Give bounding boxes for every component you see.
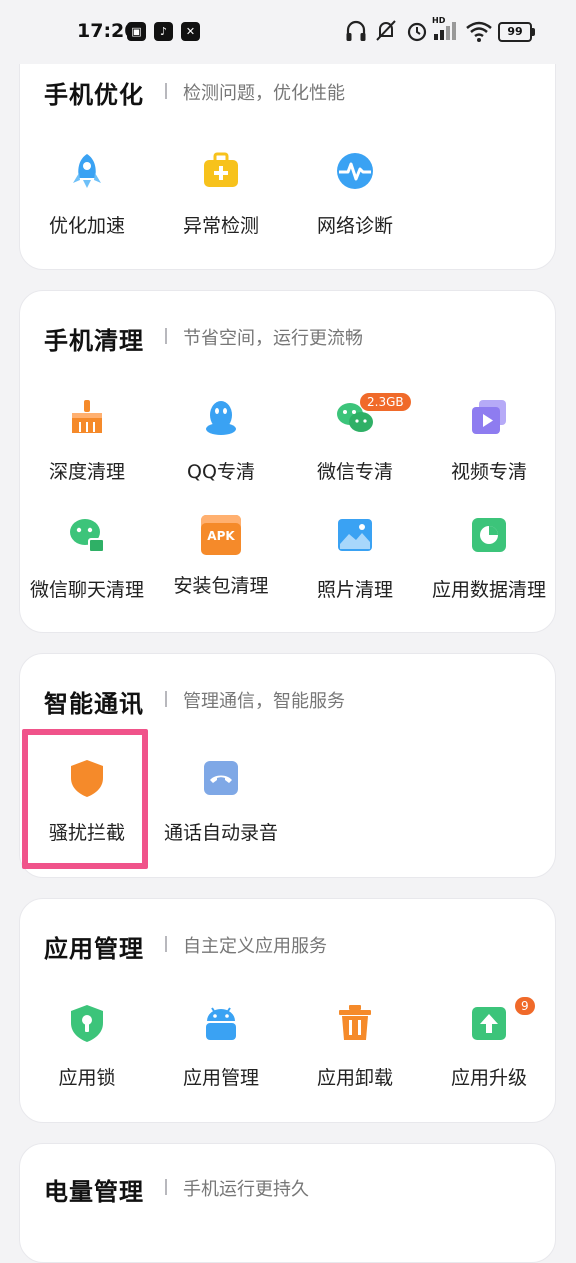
section-battery-manage: 电量管理 手机运行更持久 [19, 1143, 556, 1263]
qq-penguin-icon [206, 401, 236, 435]
title-divider [165, 83, 167, 99]
section-subtitle: 自主定义应用服务 [183, 936, 327, 957]
mute-vibrate-icon [376, 20, 396, 41]
item-label: 照片清理 [316, 579, 393, 601]
pie-chart-icon [472, 518, 506, 552]
battery-indicator: 99 [498, 22, 535, 42]
lock-shield-icon [71, 1005, 103, 1042]
item-wechat-chat-clean[interactable]: 微信聊天清理 [20, 515, 154, 602]
item-video-clean[interactable]: 视频专清 [422, 397, 556, 484]
item-label: 视频专清 [450, 461, 527, 483]
item-app-upgrade[interactable]: 9 应用升级 [422, 997, 556, 1090]
item-apk-clean[interactable]: APK 安装包清理 [154, 515, 288, 598]
title-divider [165, 328, 167, 344]
item-label: 应用升级 [450, 1067, 527, 1089]
section-subtitle: 节省空间，运行更流畅 [183, 328, 363, 349]
section-title: 手机优化 [44, 81, 144, 109]
item-label: 网络诊断 [316, 215, 393, 237]
item-label: 应用卸载 [316, 1067, 393, 1089]
section-title: 智能通讯 [44, 690, 144, 718]
call-record-icon [204, 761, 238, 795]
signal-icon [434, 22, 456, 40]
item-qq-clean[interactable]: QQ专清 [154, 397, 288, 484]
section-title: 应用管理 [44, 935, 144, 963]
apk-icon: APK [201, 515, 241, 555]
item-network-diagnose[interactable]: 网络诊断 [288, 151, 422, 238]
apk-icon-text: APK [207, 529, 235, 543]
title-divider [165, 936, 167, 952]
item-label: 应用锁 [58, 1067, 116, 1089]
network-pulse-icon [337, 153, 373, 189]
headphones-icon [346, 20, 366, 41]
item-label: 应用数据清理 [431, 579, 546, 601]
gallery-notification-icon: ▣ [127, 22, 146, 41]
item-app-uninstall[interactable]: 应用卸载 [288, 1003, 422, 1090]
section-phone-optimize: 手机优化 检测问题，优化性能 优化加速 异常检测 网络诊断 [19, 40, 556, 270]
section-title: 电量管理 [44, 1178, 144, 1206]
alarm-icon [407, 22, 427, 42]
item-label: 异常检测 [182, 215, 259, 237]
upgrade-icon [472, 1007, 506, 1040]
item-photo-clean[interactable]: 照片清理 [288, 515, 422, 602]
highlight-box [22, 729, 148, 869]
section-subtitle: 手机运行更持久 [183, 1179, 309, 1200]
item-app-manage[interactable]: 应用管理 [154, 1003, 288, 1090]
item-label: 应用管理 [182, 1067, 259, 1089]
wifi-icon [466, 21, 492, 42]
item-optimize-speed[interactable]: 优化加速 [20, 151, 154, 238]
item-wechat-clean[interactable]: 2.3GB 微信专清 [288, 393, 422, 484]
trash-icon [339, 1005, 371, 1040]
item-deep-clean[interactable]: 深度清理 [20, 397, 154, 484]
photo-icon [338, 519, 372, 551]
title-divider [165, 1179, 167, 1195]
video-icon [472, 400, 506, 434]
item-app-lock[interactable]: 应用锁 [20, 1003, 154, 1090]
capcut-notification-icon: ✕ [181, 22, 200, 41]
section-phone-clean: 手机清理 节省空间，运行更流畅 深度清理 QQ专清 2.3GB 微信专清 视频专… [19, 290, 556, 633]
status-bar: 17:20 ▣ ♪ ✕ HD 99 [0, 0, 576, 64]
rocket-icon [73, 154, 101, 188]
storage-badge: 2.3GB [360, 393, 411, 411]
item-label: 深度清理 [48, 461, 125, 483]
item-label: 优化加速 [48, 215, 125, 237]
item-label: 通话自动录音 [163, 822, 278, 844]
item-app-data-clean[interactable]: 应用数据清理 [422, 515, 556, 602]
item-label: 微信专清 [316, 461, 393, 483]
item-label: 安装包清理 [173, 575, 269, 597]
section-app-manage: 应用管理 自主定义应用服务 应用锁 应用管理 应用卸载 9 应用升级 [19, 898, 556, 1123]
item-label: QQ专清 [187, 461, 255, 483]
section-title: 手机清理 [44, 327, 144, 355]
section-subtitle: 管理通信，智能服务 [183, 691, 345, 712]
title-divider [165, 691, 167, 707]
item-anomaly-detect[interactable]: 异常检测 [154, 151, 288, 238]
section-subtitle: 检测问题，优化性能 [183, 83, 345, 104]
item-auto-call-record[interactable]: 通话自动录音 [154, 758, 288, 845]
android-icon [206, 1007, 236, 1040]
broom-icon [72, 400, 102, 433]
medkit-icon [204, 152, 238, 187]
wechat-chat-icon [70, 519, 105, 553]
update-count-badge: 9 [515, 997, 535, 1015]
item-label: 微信聊天清理 [29, 579, 144, 601]
tiktok-notification-icon: ♪ [154, 22, 173, 41]
